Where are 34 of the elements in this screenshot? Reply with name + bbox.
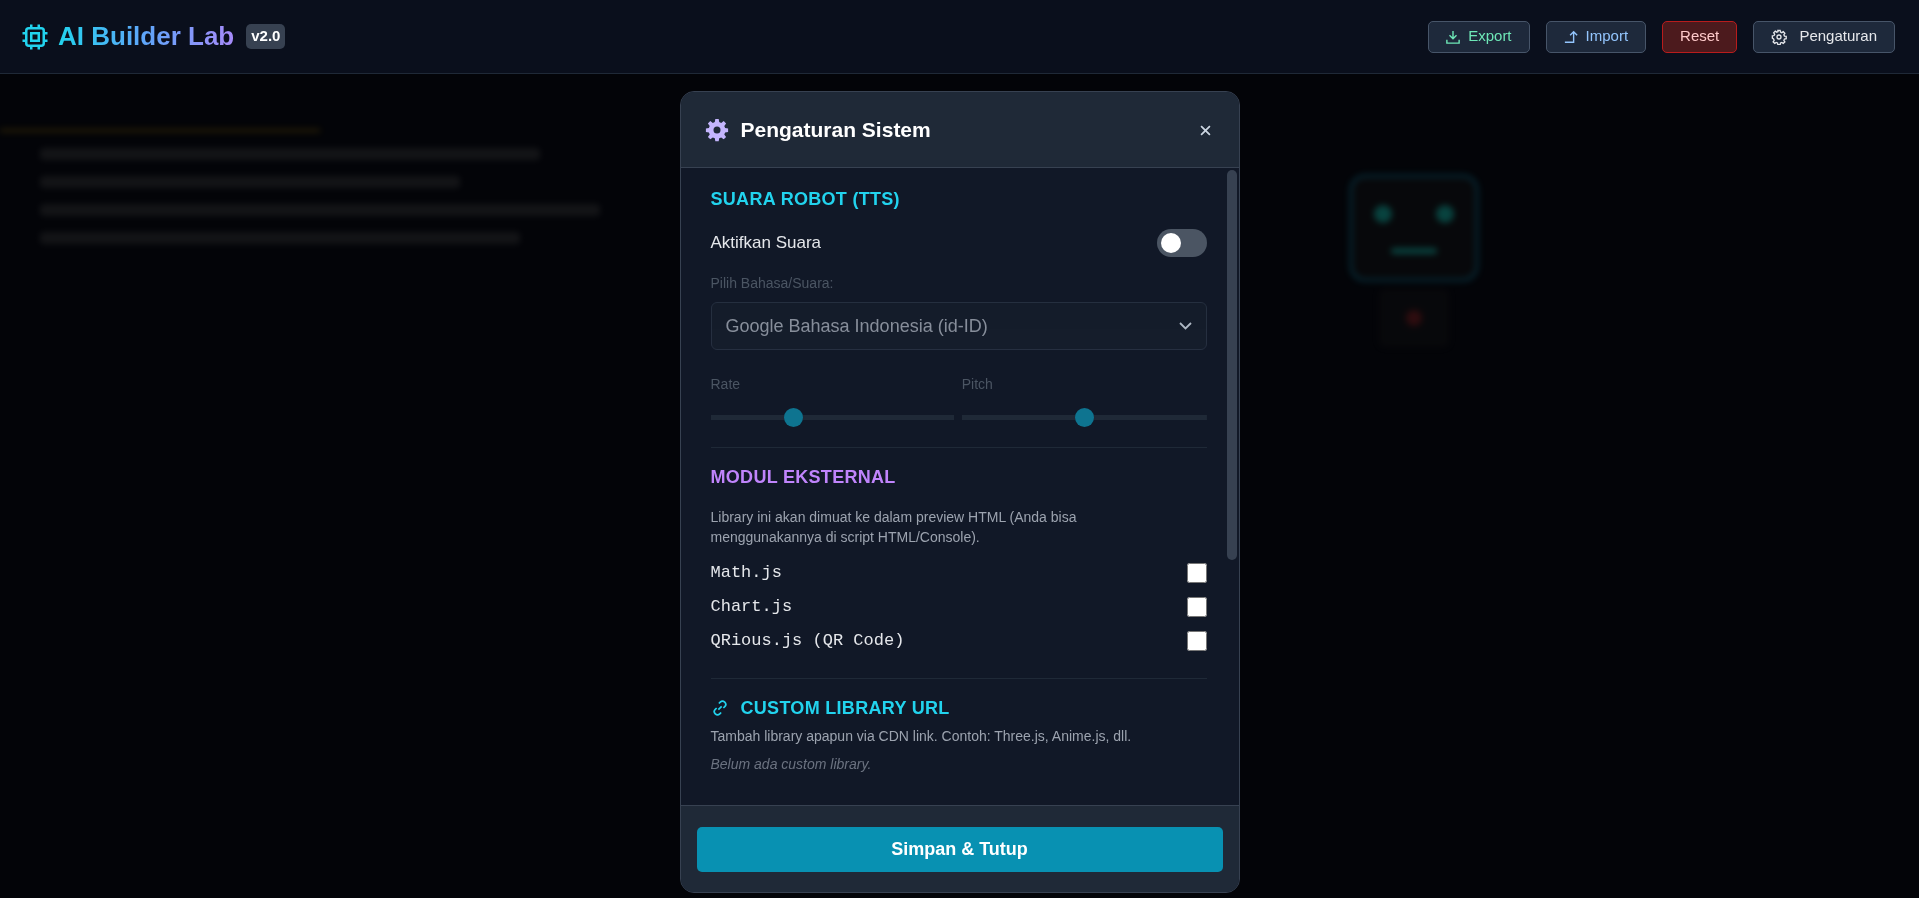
download-icon (1446, 29, 1461, 44)
slider-thumb[interactable] (1075, 408, 1095, 427)
slider-label: Rate (710, 375, 742, 394)
import-button[interactable]: Import (1545, 20, 1647, 53)
chevron-down-icon (1178, 322, 1192, 330)
slider-thumb[interactable] (784, 408, 804, 427)
section-heading: MODUL EKSTERNAL (710, 466, 897, 489)
close-icon (1199, 124, 1211, 136)
export-button[interactable]: Export (1428, 20, 1530, 53)
section-description: Library ini akan dimuat ke dalam preview HTML (Anda bisa menggunakannya di script HTML/Console). (710, 508, 1078, 548)
reset-button[interactable]: Reset (1662, 20, 1738, 53)
field-label: Pilih Bahasa/Suara: (710, 274, 835, 293)
gear-icon (704, 117, 729, 142)
scrollbar-thumb[interactable] (1226, 170, 1237, 560)
module-label: Chart.js (710, 595, 793, 618)
version-label: v2.0 (246, 24, 286, 49)
section-description: Tambah library apapun via CDN link. Contoh: Three.js, Anime.js, dll. (710, 726, 1133, 746)
toggle-label: Aktifkan Suara (710, 232, 822, 255)
link-icon (710, 699, 729, 718)
empty-state-text: Belum ada custom library. (710, 754, 873, 774)
slider-label: Pitch (961, 375, 994, 394)
settings-button[interactable]: Pengaturan (1753, 20, 1895, 53)
module-checkbox[interactable] (1186, 630, 1207, 651)
section-heading: CUSTOM LIBRARY URL (740, 696, 950, 720)
save-button[interactable]: Simpan & Tutup (696, 826, 1223, 872)
arrow-up-icon (1563, 29, 1578, 44)
module-checkbox[interactable] (1186, 596, 1207, 617)
settings-icon (1771, 28, 1788, 45)
module-label: QRious.js (QR Code) (710, 629, 905, 652)
toggle-switch[interactable] (1156, 229, 1207, 257)
modal-title: Pengaturan Sistem (740, 116, 931, 143)
module-checkbox[interactable] (1186, 562, 1207, 583)
section-heading: SUARA ROBOT (TTS) (710, 188, 901, 211)
module-label: Math.js (710, 561, 782, 584)
